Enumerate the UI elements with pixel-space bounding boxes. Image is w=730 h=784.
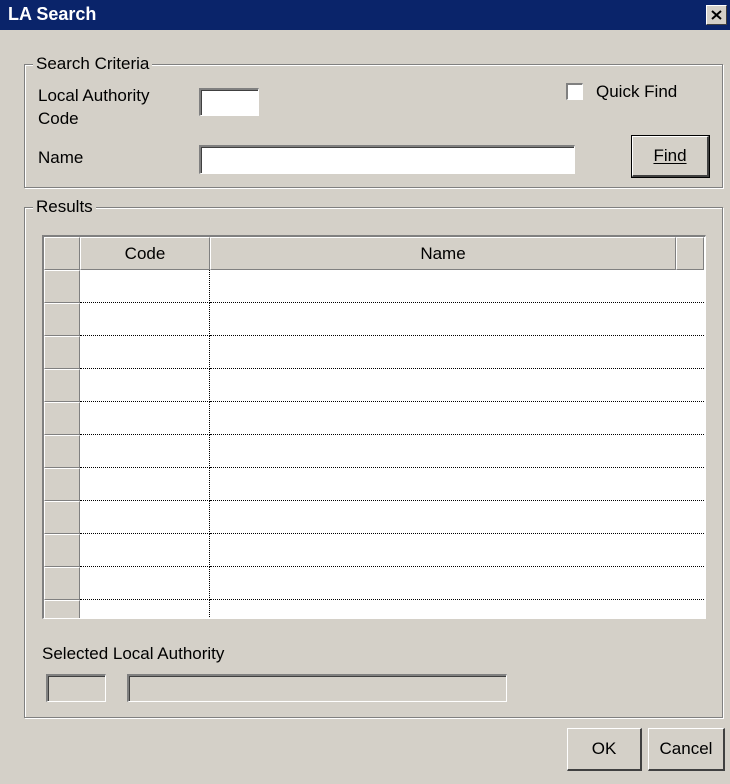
cell-code[interactable] xyxy=(80,369,210,402)
cell-code[interactable] xyxy=(80,567,210,600)
find-button-label: Find xyxy=(653,146,687,165)
la-code-input[interactable] xyxy=(199,88,259,116)
table-row[interactable] xyxy=(44,501,704,534)
selected-la-name xyxy=(127,674,507,702)
name-label: Name xyxy=(38,148,84,167)
table-row[interactable] xyxy=(44,567,704,600)
table-row[interactable] xyxy=(44,336,704,369)
cell-code[interactable] xyxy=(80,468,210,501)
ok-button-label: OK xyxy=(591,739,617,758)
cell-code[interactable] xyxy=(80,270,210,303)
cancel-button[interactable]: Cancel xyxy=(648,728,725,771)
cell-name[interactable] xyxy=(210,534,704,567)
column-header-filler xyxy=(676,237,704,270)
cell-code[interactable] xyxy=(80,534,210,567)
selected-la-code xyxy=(46,674,106,702)
row-header[interactable] xyxy=(44,468,80,501)
close-button[interactable] xyxy=(706,5,727,25)
column-header-name[interactable]: Name xyxy=(210,237,676,270)
cancel-button-label: Cancel xyxy=(659,739,713,758)
results-grid[interactable]: Code Name xyxy=(42,235,706,619)
title-bar[interactable]: LA Search xyxy=(0,0,730,30)
cell-name[interactable] xyxy=(210,468,704,501)
table-row[interactable] xyxy=(44,303,704,336)
cell-code[interactable] xyxy=(80,435,210,468)
ok-button[interactable]: OK xyxy=(567,728,642,771)
table-row[interactable] xyxy=(44,435,704,468)
table-row[interactable] xyxy=(44,600,704,618)
column-header-code-label: Code xyxy=(124,243,166,263)
name-input[interactable] xyxy=(199,145,575,174)
table-row[interactable] xyxy=(44,468,704,501)
table-row[interactable] xyxy=(44,270,704,303)
find-button[interactable]: Find xyxy=(631,135,710,178)
column-header-code[interactable]: Code xyxy=(80,237,210,270)
cell-name[interactable] xyxy=(210,402,704,435)
row-header[interactable] xyxy=(44,270,80,303)
cell-name[interactable] xyxy=(210,303,704,336)
cell-code[interactable] xyxy=(80,501,210,534)
table-row[interactable] xyxy=(44,369,704,402)
row-header[interactable] xyxy=(44,501,80,534)
table-row[interactable] xyxy=(44,402,704,435)
row-header[interactable] xyxy=(44,402,80,435)
row-header[interactable] xyxy=(44,336,80,369)
column-header-name-label: Name xyxy=(420,243,466,263)
grid-corner-cell xyxy=(44,237,80,270)
quick-find-checkbox[interactable] xyxy=(566,83,583,100)
cell-name[interactable] xyxy=(210,369,704,402)
cell-code[interactable] xyxy=(80,402,210,435)
quick-find-label[interactable]: Quick Find xyxy=(596,81,677,103)
results-legend: Results xyxy=(33,197,96,217)
window-title: LA Search xyxy=(8,4,97,24)
cell-name[interactable] xyxy=(210,501,704,534)
row-header[interactable] xyxy=(44,600,80,618)
cell-code[interactable] xyxy=(80,336,210,369)
cell-name[interactable] xyxy=(210,600,704,618)
close-x-icon xyxy=(711,10,722,20)
table-row[interactable] xyxy=(44,534,704,567)
cell-name[interactable] xyxy=(210,435,704,468)
selected-la-label: Selected Local Authority xyxy=(42,644,225,663)
grid-header: Code Name xyxy=(44,237,704,270)
search-criteria-legend: Search Criteria xyxy=(33,54,153,74)
row-header[interactable] xyxy=(44,435,80,468)
la-code-label-line2: Code xyxy=(38,109,79,128)
cell-code[interactable] xyxy=(80,303,210,336)
row-header[interactable] xyxy=(44,534,80,567)
cell-name[interactable] xyxy=(210,270,704,303)
row-header[interactable] xyxy=(44,369,80,402)
row-header[interactable] xyxy=(44,303,80,336)
cell-name[interactable] xyxy=(210,336,704,369)
row-header[interactable] xyxy=(44,567,80,600)
cell-code[interactable] xyxy=(80,600,210,618)
la-code-label-line1: Local Authority xyxy=(38,86,150,105)
cell-name[interactable] xyxy=(210,567,704,600)
